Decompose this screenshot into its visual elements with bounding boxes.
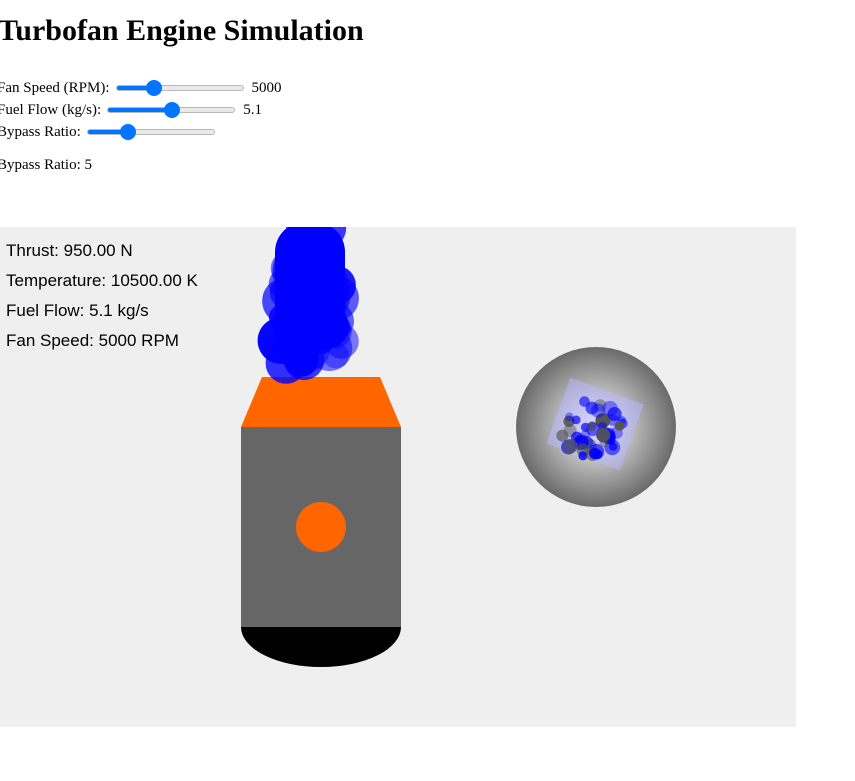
fan-speed-readout: Fan Speed: 5000 RPM bbox=[6, 331, 179, 350]
fan-particle bbox=[571, 415, 581, 425]
fan-particle bbox=[596, 427, 611, 442]
fuel-flow-readout: Fuel Flow: 5.1 kg/s bbox=[6, 301, 149, 320]
fan-speed-value: 5000 bbox=[251, 79, 282, 96]
simulation-canvas: Thrust: 950.00 N Temperature: 10500.00 K… bbox=[0, 227, 796, 727]
slider-thumb[interactable] bbox=[120, 124, 137, 140]
bypass-readout-value: 5 bbox=[84, 157, 93, 173]
fan-particle bbox=[586, 422, 596, 432]
fan-particle bbox=[607, 407, 622, 421]
bypass-ratio-slider[interactable] bbox=[86, 124, 215, 140]
nozzle bbox=[241, 377, 401, 427]
fan-speed-control: Fan Speed (RPM): 5000 bbox=[0, 78, 282, 98]
slider-thumb[interactable] bbox=[145, 80, 162, 96]
slider-track bbox=[86, 129, 215, 135]
fan-particle bbox=[614, 420, 625, 431]
fan-particle bbox=[563, 439, 578, 454]
thrust-readout: Thrust: 950.00 N bbox=[6, 241, 133, 260]
exhaust-plume bbox=[257, 227, 359, 384]
fan-particle bbox=[580, 429, 591, 440]
bypass-ratio-readout: Bypass Ratio: 5 bbox=[0, 157, 92, 174]
slider-thumb[interactable] bbox=[164, 102, 181, 118]
bypass-ratio-label: Bypass Ratio: bbox=[0, 123, 81, 140]
fan-particle bbox=[589, 447, 601, 460]
page-title: Turbofan Engine Simulation bbox=[0, 14, 364, 47]
fan-particle bbox=[578, 451, 588, 461]
bypass-readout-label: Bypass Ratio: bbox=[0, 157, 81, 173]
fan-particle bbox=[590, 403, 606, 418]
fuel-flow-slider[interactable] bbox=[107, 102, 236, 118]
fuel-flow-value: 5.1 bbox=[243, 101, 262, 118]
fan-speed-slider[interactable] bbox=[115, 80, 244, 96]
slider-track bbox=[115, 85, 244, 91]
exhaust-core bbox=[275, 227, 345, 352]
temperature-readout: Temperature: 10500.00 K bbox=[6, 271, 198, 290]
fuel-flow-control: Fuel Flow (kg/s): 5.1 bbox=[0, 100, 262, 120]
fuel-flow-label: Fuel Flow (kg/s): bbox=[0, 101, 102, 118]
fan-speed-label: Fan Speed (RPM): bbox=[0, 79, 110, 96]
combustor-indicator bbox=[296, 502, 346, 552]
bypass-ratio-control: Bypass Ratio: bbox=[0, 122, 215, 142]
